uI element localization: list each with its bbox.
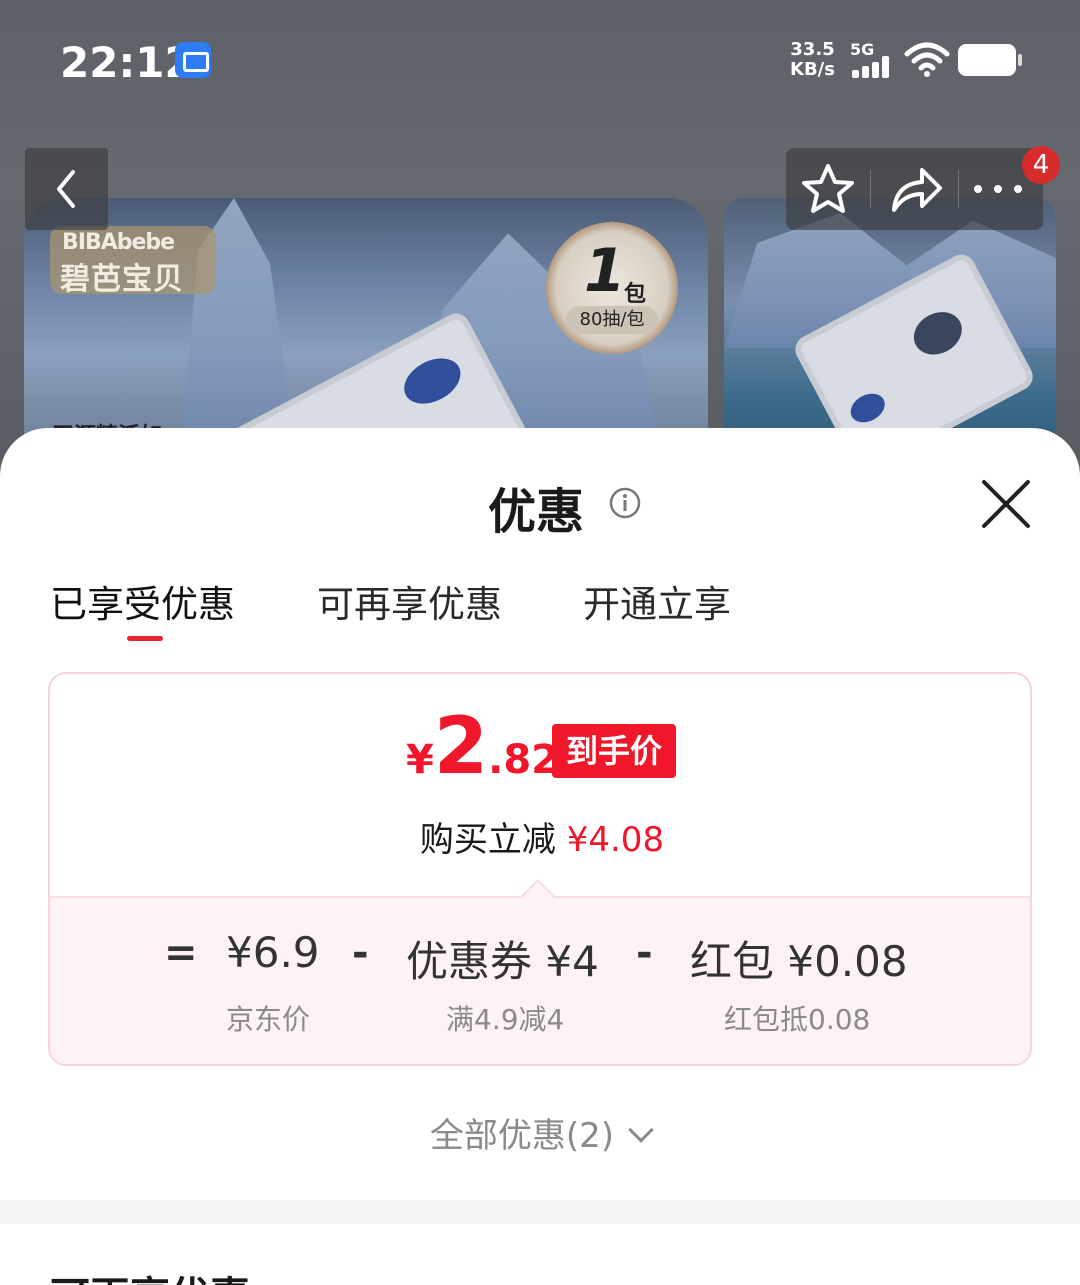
all-offers-label: 全部优惠(2) — [429, 1116, 615, 1156]
formula-coupon: 优惠券 ¥4 — [406, 937, 599, 986]
close-button[interactable] — [976, 474, 1036, 534]
network-speed-value: 33.5 — [790, 39, 835, 60]
price-currency: ¥ — [406, 737, 434, 783]
signal-icon — [852, 56, 896, 78]
chevron-down-icon — [628, 1117, 654, 1143]
price-integer: 2 — [433, 702, 489, 792]
final-price-tag: 到手价 — [552, 724, 677, 778]
divider — [870, 170, 871, 208]
formula-red-packet: 红包 ¥0.08 — [690, 937, 908, 986]
equals-sign: = — [164, 930, 198, 976]
active-tab-indicator — [127, 636, 163, 641]
pack-unit: 包 — [624, 282, 647, 307]
screenshot-app-icon — [175, 42, 211, 78]
divider — [958, 170, 959, 208]
notification-count-badge: 4 — [1022, 146, 1060, 184]
formula-original-price: ¥6.9 — [226, 928, 320, 977]
section-divider — [0, 1200, 1080, 1224]
saving-line: 购买立减 ¥4.08 — [50, 812, 1030, 861]
brand-name-cn: 碧芭宝贝 — [60, 262, 184, 297]
final-price: ¥2.82 — [406, 702, 559, 792]
brand-logo: BIBAbebe 碧芭宝贝 — [50, 226, 216, 297]
sheet-title: 优惠 — [488, 484, 585, 540]
saving-label: 购买立减 — [419, 820, 556, 860]
share-arrow-icon — [892, 168, 942, 212]
info-icon[interactable] — [608, 486, 642, 520]
tab-more-discounts[interactable]: 可再享优惠 — [317, 574, 502, 628]
battery-icon — [958, 44, 1022, 76]
tab-enjoyed-discounts[interactable]: 已享受优惠 — [50, 574, 235, 628]
price-formula-section: = ¥6.9 京东价 - 优惠券 ¥4 满4.9减4 - 红包 ¥0.08 红包… — [50, 896, 1030, 1064]
status-bar: 22:12 33.5 KB/s 5G — [0, 0, 1080, 120]
network-speed-unit: KB/s — [790, 59, 835, 80]
network-speed: 33.5 KB/s — [790, 40, 835, 80]
top-action-bar — [786, 148, 1043, 230]
saving-amount: ¥4.08 — [566, 820, 665, 860]
price-decimal: .82 — [488, 737, 559, 783]
star-icon — [802, 164, 854, 213]
formula-original-price-label: 京东价 — [226, 1003, 311, 1036]
status-time: 22:12 — [60, 38, 194, 87]
tab-activate-discounts[interactable]: 开通立享 — [583, 574, 731, 628]
back-button[interactable] — [25, 148, 108, 230]
formula-red-packet-label: 红包抵0.08 — [724, 1003, 871, 1036]
chevron-left-icon — [57, 170, 75, 208]
final-price-section: ¥2.82 到手价 购买立减 ¥4.08 — [50, 674, 1030, 896]
brand-name-en: BIBAbebe — [62, 230, 175, 255]
pack-count-badge: 1 包 80抽/包 — [546, 222, 678, 354]
wifi-icon — [904, 42, 950, 77]
more-discounts-section-title: 可再享优惠 — [50, 1264, 250, 1285]
pack-count: 1 — [584, 236, 626, 306]
price-breakdown-card: ¥2.82 到手价 购买立减 ¥4.08 = ¥6.9 京东价 - 优惠券 ¥4… — [48, 672, 1032, 1066]
minus-sign: - — [636, 930, 653, 976]
favorite-button[interactable] — [786, 148, 870, 230]
pack-spec: 80抽/包 — [566, 306, 658, 334]
discount-bottom-sheet: 优惠 已享受优惠 可再享优惠 开通立享 ¥2.82 到手价 购买立减 ¥4.08… — [0, 428, 1080, 1285]
formula-coupon-label: 满4.9减4 — [446, 1003, 565, 1036]
minus-sign: - — [352, 930, 369, 976]
discount-tabs: 已享受优惠 可再享优惠 开通立享 — [0, 574, 1080, 650]
product-image-secondary[interactable] — [724, 198, 1056, 460]
all-offers-toggle[interactable]: 全部优惠(2) — [0, 1108, 1080, 1157]
share-button[interactable] — [872, 148, 956, 230]
